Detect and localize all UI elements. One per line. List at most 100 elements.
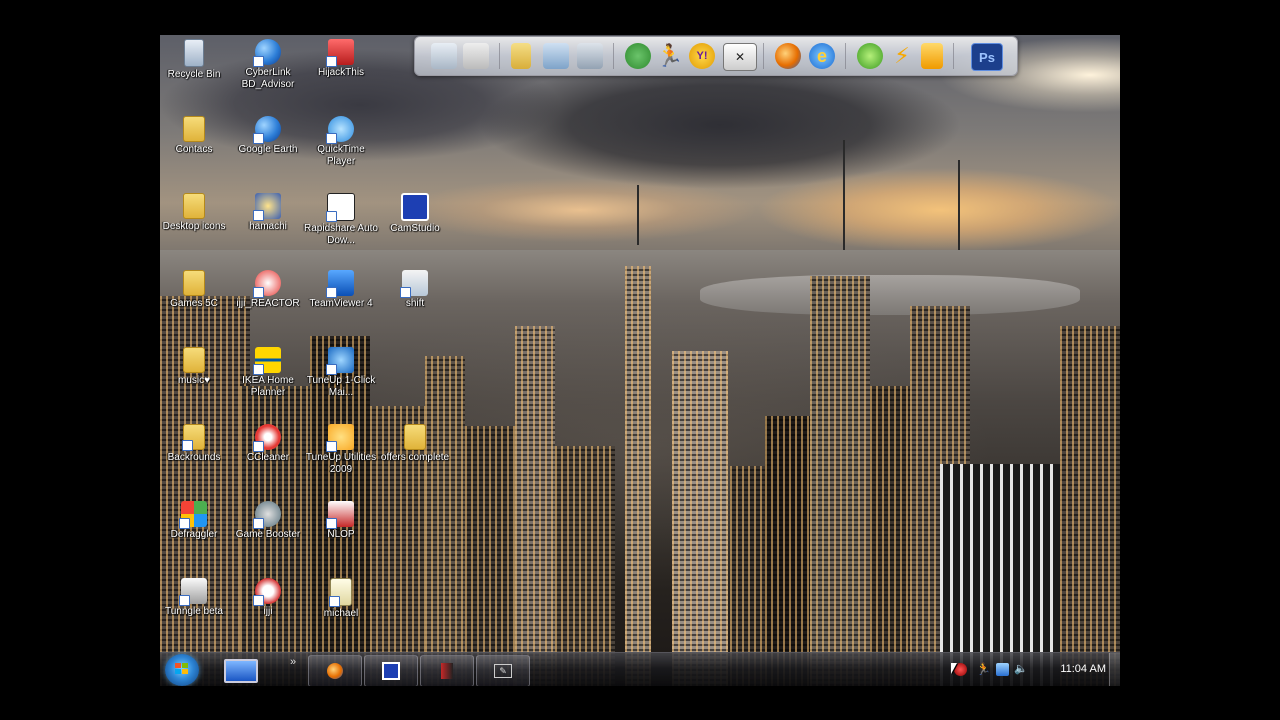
desktop-icon-contacs[interactable]: Contacs <box>160 116 231 156</box>
internet-explorer-icon[interactable]: e <box>809 43 835 69</box>
tuneup-icon <box>326 347 354 375</box>
aim-tray-icon[interactable]: 🏃 <box>976 663 991 676</box>
desktop-icon-ijji[interactable]: ijji <box>231 578 305 618</box>
icon-label: offers complete <box>380 452 450 463</box>
drive-icon[interactable] <box>577 43 603 69</box>
icon-label: hamachi <box>249 221 287 232</box>
taskbar: » ✎ 🏃 🔈 11:04 AM <box>160 652 1120 686</box>
show-desktop-quicklaunch-icon[interactable] <box>224 659 258 683</box>
icon-label: HijackThis <box>317 67 365 78</box>
desktop-icon-michael[interactable]: michael <box>304 578 378 620</box>
desktop-icon-google-earth[interactable]: Google Earth <box>231 116 305 156</box>
icon-label: michael <box>323 608 359 619</box>
icon-label: CCleaner <box>246 452 290 463</box>
yahoo-messenger-icon[interactable]: Y! <box>689 43 715 69</box>
building <box>425 356 465 686</box>
nlop-icon <box>326 501 354 529</box>
start-button[interactable] <box>165 654 199 686</box>
quicktime-icon <box>326 116 354 144</box>
task-tuneup[interactable] <box>420 655 474 686</box>
icon-label: Defraggler <box>170 529 218 540</box>
task-camstudio[interactable] <box>364 655 418 686</box>
desktop-icon-hijackthis[interactable]: HijackThis <box>304 39 378 79</box>
spire <box>843 140 845 250</box>
desktop-icon-desktop-icons[interactable]: Desktop icons <box>160 193 231 233</box>
empire-state-building <box>625 266 651 686</box>
aim-icon[interactable]: 🏃 <box>656 43 683 69</box>
google-earth-icon <box>253 116 281 144</box>
desktop-icon-offers[interactable]: offers complete <box>378 424 452 464</box>
open-folder-icon[interactable] <box>543 43 569 69</box>
msn-icon[interactable] <box>625 43 651 69</box>
desktop-icon-camstudio[interactable]: CamStudio <box>378 193 452 235</box>
icon-label: ijji_REACTOR <box>236 298 300 309</box>
hamachi-icon <box>253 193 281 221</box>
dock-separator <box>613 43 614 69</box>
folder-icon <box>404 424 426 450</box>
quicklaunch-more-button[interactable]: » <box>290 656 296 668</box>
desktop-icon-game-booster[interactable]: Game Booster <box>231 501 305 541</box>
desktop-icon-tuneup-1click[interactable]: TuneUp 1-Click Mai... <box>304 347 378 399</box>
desktop-icon-teamviewer[interactable]: TeamViewer 4 <box>304 270 378 310</box>
river <box>700 275 1080 315</box>
defraggler-icon <box>179 501 207 529</box>
desktop-icon-defraggler[interactable]: Defraggler <box>160 501 231 541</box>
game-booster-icon <box>253 501 281 529</box>
spire <box>637 185 639 245</box>
desktop-icon-quicktime[interactable]: QuickTime Player <box>304 116 378 168</box>
teamviewer-icon <box>326 270 354 298</box>
desktop-icon-ccleaner[interactable]: CCleaner <box>231 424 305 464</box>
network-icon[interactable] <box>996 663 1009 676</box>
document-icon <box>329 578 352 607</box>
desktop-icon-tunngle[interactable]: Tunngle beta <box>160 578 231 618</box>
tuneup-icon <box>441 663 453 679</box>
building <box>810 276 870 686</box>
desktop-icon-backrounds[interactable]: Backrounds <box>160 424 231 464</box>
winamp-icon[interactable]: ⚡ <box>889 43 915 69</box>
icon-label: TuneUp Utilities 2009 <box>305 452 377 475</box>
photoshop-icon[interactable]: Ps <box>971 43 1003 71</box>
icon-label: TuneUp 1-Click Mai... <box>306 375 376 398</box>
task-firefox[interactable] <box>308 655 362 686</box>
volume-icon[interactable]: 🔈 <box>1014 663 1028 676</box>
desktop-icon-music[interactable]: music♥ <box>160 347 231 387</box>
ccleaner-icon <box>253 424 281 452</box>
desktop-icon-rapidshare[interactable]: Rapidshare Auto Dow... <box>304 193 378 247</box>
photoshop-text: Ps <box>979 49 995 65</box>
folder-icon[interactable] <box>511 43 531 69</box>
desktop-icon-ijji-reactor[interactable]: ijji_REACTOR <box>231 270 305 310</box>
desktop-icon-recycle-bin[interactable]: Recycle Bin <box>160 39 231 81</box>
clock[interactable]: 11:04 AM <box>1060 663 1106 675</box>
shift-icon <box>400 270 428 298</box>
building <box>465 426 515 686</box>
desktop-icon-tuneup-utilities[interactable]: TuneUp Utilities 2009 <box>304 424 378 476</box>
desktop-icon-ikea[interactable]: IKEA Home Planner <box>231 347 305 399</box>
task-wacom[interactable]: ✎ <box>476 655 530 686</box>
ijji-reactor-icon <box>253 270 281 298</box>
folder-icon <box>183 116 205 142</box>
wacom-icon: ✎ <box>494 664 512 678</box>
desktop-icon-hamachi[interactable]: hamachi <box>231 193 305 233</box>
desktop-icon-shift[interactable]: shift <box>378 270 452 310</box>
desktop-icon-nlop[interactable]: NLOP <box>304 501 378 541</box>
desktop-icon-games[interactable]: Games 5C <box>160 270 231 310</box>
cyberlink-icon <box>253 39 281 67</box>
xfire-icon[interactable]: ✕ <box>723 43 757 71</box>
tools-icon[interactable] <box>463 43 489 69</box>
desktop-icon-cyberlink[interactable]: CyberLink BD_Advisor <box>231 39 305 91</box>
show-desktop-button[interactable] <box>1109 653 1120 686</box>
media-player-icon[interactable] <box>921 43 943 69</box>
icon-label: CyberLink BD_Advisor <box>241 67 295 90</box>
icon-label: Tunngle beta <box>164 606 223 617</box>
folder-icon <box>183 270 205 296</box>
firefox-icon[interactable] <box>775 43 801 69</box>
folder-icon <box>183 347 205 373</box>
dock-separator <box>763 43 764 69</box>
icon-label: Game Booster <box>235 529 301 540</box>
xbox-icon[interactable] <box>857 43 883 69</box>
dock-separator <box>953 43 954 69</box>
rapidshare-icon <box>326 193 355 222</box>
icon-label: Desktop icons <box>162 221 226 232</box>
monitor-icon[interactable] <box>431 43 457 69</box>
folder-icon <box>182 424 205 451</box>
